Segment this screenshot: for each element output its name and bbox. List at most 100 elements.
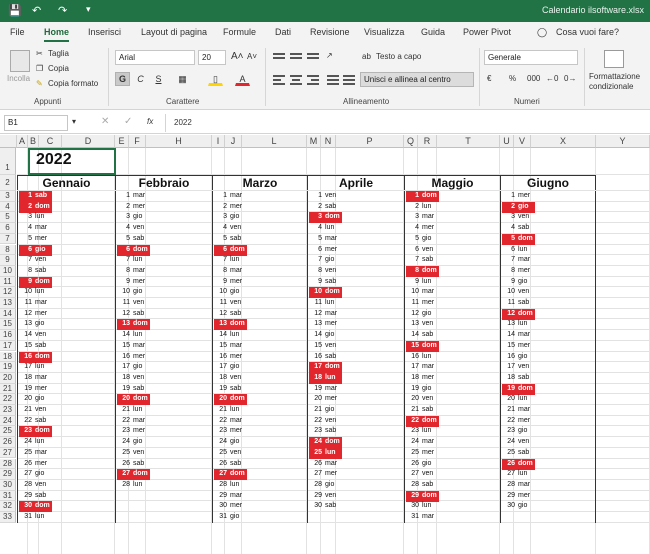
day-cell[interactable]: 10 gio (117, 287, 150, 298)
day-cell[interactable]: 18 mer (406, 373, 439, 384)
day-cell[interactable]: 6 mer (309, 245, 342, 256)
day-cell[interactable]: 4 lun (309, 223, 342, 234)
row-header-12[interactable]: 12 (0, 287, 16, 298)
row-header-16[interactable]: 16 (0, 330, 16, 341)
day-cell[interactable]: 23 gio (502, 426, 535, 437)
decrease-decimal-icon[interactable]: 0→ (564, 74, 576, 83)
column-header-y[interactable]: Y (596, 135, 650, 148)
day-cell[interactable]: 17 gio (117, 362, 150, 373)
day-cell[interactable]: 20 gio (19, 394, 52, 405)
day-cell[interactable]: 10 ven (502, 287, 535, 298)
column-header-u[interactable]: U (500, 135, 514, 148)
day-cell[interactable]: 25 ven (117, 448, 150, 459)
day-cell[interactable]: 15 dom (406, 340, 439, 352)
font-name-dropdown[interactable]: Arial (115, 50, 195, 65)
day-cell[interactable]: 12 mer (19, 309, 52, 320)
day-cell[interactable]: 5 dom (502, 233, 535, 245)
day-cell[interactable]: 12 gio (406, 309, 439, 320)
day-cell[interactable]: 19 sab (214, 384, 247, 395)
day-cell[interactable]: 16 dom (19, 351, 52, 363)
row-header-14[interactable]: 14 (0, 308, 16, 320)
day-cell[interactable]: 22 sab (19, 416, 52, 427)
day-cell[interactable]: 8 mar (214, 266, 247, 277)
thousands-button[interactable]: 000 (527, 74, 540, 83)
italic-button[interactable]: C (133, 72, 148, 86)
formula-input[interactable]: 2022 (174, 118, 192, 127)
day-cell[interactable]: 2 mer (214, 202, 247, 213)
day-cell[interactable]: 16 mer (214, 352, 247, 363)
day-cell[interactable]: 6 ven (406, 245, 439, 256)
column-header-e[interactable]: E (115, 135, 129, 148)
day-cell[interactable]: 15 ven (309, 341, 342, 352)
day-cell[interactable]: 1 mar (214, 191, 247, 202)
day-cell[interactable]: 19 mar (309, 384, 342, 395)
day-cell[interactable]: 31 lun (19, 512, 52, 523)
day-cell[interactable]: 6 dom (117, 244, 150, 256)
day-cell[interactable]: 22 mar (214, 416, 247, 427)
day-cell[interactable]: 26 sab (117, 459, 150, 470)
tab-file[interactable]: File (10, 27, 25, 37)
day-cell[interactable]: 28 ven (19, 480, 52, 491)
day-cell[interactable]: 24 ven (502, 437, 535, 448)
save-icon[interactable]: 💾 (8, 4, 22, 17)
day-cell[interactable]: 22 ven (309, 416, 342, 427)
day-cell[interactable]: 5 gio (406, 234, 439, 245)
day-cell[interactable]: 24 lun (19, 437, 52, 448)
day-cell[interactable]: 16 sab (309, 352, 342, 363)
day-cell[interactable]: 14 lun (214, 330, 247, 341)
day-cell[interactable]: 12 mar (309, 309, 342, 320)
day-cell[interactable]: 28 lun (214, 480, 247, 491)
day-cell[interactable]: 17 mar (406, 362, 439, 373)
day-cell[interactable]: 11 mar (19, 298, 52, 309)
day-cell[interactable]: 25 mar (19, 448, 52, 459)
day-cell[interactable]: 24 gio (117, 437, 150, 448)
row-header-2[interactable]: 2 (0, 175, 16, 191)
day-cell[interactable]: 18 ven (117, 373, 150, 384)
row-header-22[interactable]: 22 (0, 394, 16, 405)
tell-me-search[interactable]: Cosa vuoi fare? (556, 27, 619, 37)
row-header-17[interactable]: 17 (0, 340, 16, 352)
day-cell[interactable]: 27 dom (117, 469, 150, 481)
day-cell[interactable]: 28 mar (502, 480, 535, 491)
day-cell[interactable]: 24 mar (406, 437, 439, 448)
day-cell[interactable]: 8 sab (19, 266, 52, 277)
day-cell[interactable]: 22 dom (406, 415, 439, 427)
day-cell[interactable]: 28 lun (117, 480, 150, 491)
row-header-4[interactable]: 4 (0, 201, 16, 213)
day-cell[interactable]: 27 lun (502, 469, 535, 480)
day-cell[interactable]: 19 gio (406, 384, 439, 395)
fill-color-icon[interactable]: ▯ (208, 72, 223, 86)
row-header-3[interactable]: 3 (0, 191, 16, 202)
day-cell[interactable]: 7 mar (502, 255, 535, 266)
day-cell[interactable]: 22 mer (502, 416, 535, 427)
row-header-18[interactable]: 18 (0, 351, 16, 363)
selected-cell[interactable] (28, 148, 116, 175)
increase-decimal-icon[interactable]: ←0 (546, 74, 558, 83)
day-cell[interactable]: 23 mer (214, 426, 247, 437)
row-header-20[interactable]: 20 (0, 372, 16, 384)
day-cell[interactable]: 7 lun (117, 255, 150, 266)
day-cell[interactable]: 10 gio (214, 287, 247, 298)
day-cell[interactable]: 9 sab (309, 277, 342, 288)
day-cell[interactable]: 14 ven (19, 330, 52, 341)
day-cell[interactable]: 20 mer (309, 394, 342, 405)
day-cell[interactable]: 21 gio (309, 405, 342, 416)
align-right-icon[interactable] (307, 75, 319, 85)
row-header-27[interactable]: 27 (0, 447, 16, 459)
day-cell[interactable]: 1 mer (502, 191, 535, 202)
day-cell[interactable]: 8 ven (309, 266, 342, 277)
column-header-n[interactable]: N (321, 135, 336, 148)
row-header-13[interactable]: 13 (0, 298, 16, 309)
day-cell[interactable]: 18 lun (309, 372, 342, 384)
orientation-icon[interactable]: ↗ (326, 51, 333, 60)
tab-layout[interactable]: Layout di pagina (141, 27, 207, 37)
format-painter-icon[interactable]: ✎ (36, 79, 43, 88)
day-cell[interactable]: 19 sab (117, 384, 150, 395)
row-header-28[interactable]: 28 (0, 458, 16, 470)
tab-formule[interactable]: Formule (223, 27, 256, 37)
day-cell[interactable]: 3 ven (502, 212, 535, 223)
day-cell[interactable]: 13 dom (214, 319, 247, 331)
day-cell[interactable]: 8 mar (117, 266, 150, 277)
day-cell[interactable]: 11 lun (309, 298, 342, 309)
column-header-q[interactable]: Q (404, 135, 418, 148)
